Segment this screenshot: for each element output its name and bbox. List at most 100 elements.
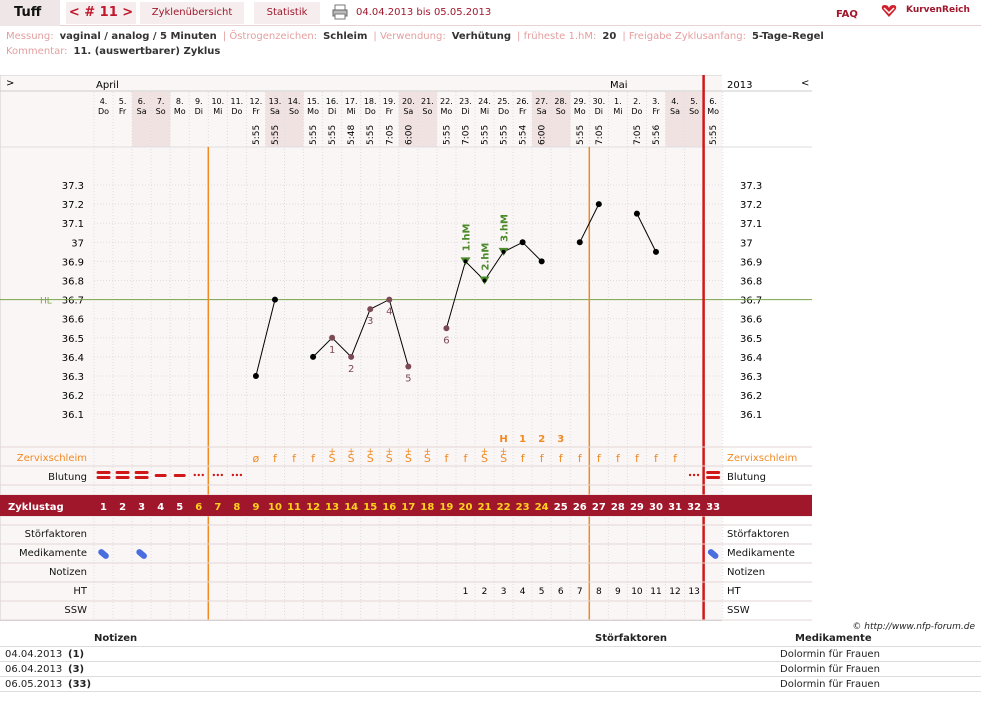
- y-tick-right: 36.2: [740, 391, 762, 402]
- day-date: 5.: [690, 97, 698, 106]
- faq-link[interactable]: FAQ: [836, 9, 858, 20]
- zyklustag-number: 7: [214, 502, 221, 513]
- footer-medi: Dolormin für Frauen: [780, 649, 880, 660]
- day-weekday: Mo: [574, 107, 586, 116]
- day-date: 24.: [478, 97, 491, 106]
- day-weekday: Fr: [252, 107, 260, 116]
- ht-number: 3: [501, 587, 507, 597]
- day-weekday: Do: [365, 107, 376, 116]
- day-weekday: Mo: [307, 107, 319, 116]
- measure-time: 5:48: [347, 125, 357, 145]
- day-weekday: So: [689, 107, 699, 116]
- bleeding-dot: [197, 473, 200, 477]
- day-date: 2.: [633, 97, 641, 106]
- zyklustag-number: 10: [268, 502, 282, 513]
- zyklustag-number: 19: [439, 502, 453, 513]
- peak-marker: 2: [538, 434, 545, 445]
- measure-time: 7:05: [461, 125, 471, 145]
- bleeding-dot: [231, 473, 235, 477]
- measure-time: 7:05: [385, 125, 395, 145]
- measure-time: 6:00: [404, 125, 414, 145]
- day-weekday: Mi: [347, 107, 356, 116]
- footer-date: 04.04.2013: [5, 649, 63, 660]
- day-weekday: Mo: [707, 107, 719, 116]
- tab-zyklenuebersicht[interactable]: Zyklenübersicht: [140, 2, 244, 24]
- day-date: 23.: [459, 97, 472, 106]
- day-weekday: Do: [631, 107, 642, 116]
- bleeding-mark: [96, 476, 111, 479]
- measure-time: 5:55: [481, 125, 491, 145]
- zyklustag-number: 14: [344, 502, 358, 513]
- zyklustag-number: 23: [516, 502, 530, 513]
- row-stoer-left: Störfaktoren: [25, 529, 87, 540]
- zyklustag-number: 11: [287, 502, 301, 513]
- zyklustag-number: 17: [401, 502, 415, 513]
- y-tick-left: 37.3: [62, 181, 84, 192]
- zervix-plus: +: [405, 447, 413, 457]
- y-tick-right: 36.5: [740, 334, 762, 345]
- temp-point: [386, 296, 393, 303]
- printer-icon[interactable]: [332, 4, 348, 20]
- zyklustag-number: 33: [706, 502, 720, 513]
- y-tick-right: 36.8: [740, 277, 762, 288]
- bleeding-dot: [201, 473, 204, 477]
- ht-number: 8: [596, 587, 602, 597]
- day-date: 1.: [614, 97, 622, 106]
- day-weekday: Fr: [652, 107, 660, 116]
- row-ht-left: HT: [73, 586, 88, 597]
- bleeding-mark: [706, 476, 721, 479]
- day-date: 26.: [516, 97, 529, 106]
- copyright[interactable]: © http://www.nfp-forum.de: [852, 622, 975, 632]
- y-tick-left: 36.3: [62, 372, 84, 383]
- y-tick-right: 36.4: [740, 353, 762, 364]
- cycle-nav[interactable]: < # 11 >: [66, 2, 136, 24]
- day-date: 20.: [402, 97, 415, 106]
- nav-right-arrow: <: [801, 78, 809, 89]
- zervix-plus: +: [328, 447, 336, 457]
- zyklustag-number: 28: [611, 502, 625, 513]
- tab-statistik[interactable]: Statistik: [254, 2, 320, 24]
- y-tick-right: 37: [740, 238, 753, 249]
- logo-text[interactable]: KurvenReich: [906, 5, 970, 15]
- hm-label: 1.hM: [461, 224, 472, 252]
- zyklustag-number: 4: [157, 502, 164, 513]
- temp-point: [252, 373, 259, 379]
- hm-label: 3.hM: [500, 214, 511, 242]
- kurvenreich-logo-icon[interactable]: [880, 3, 898, 19]
- temp-point: [271, 296, 278, 303]
- measure-time: 5:55: [500, 125, 510, 145]
- y-tick-right: 36.1: [740, 410, 762, 421]
- excluded-number: 1: [329, 345, 335, 356]
- row-ssw-left: SSW: [64, 605, 87, 616]
- day-weekday: Di: [595, 107, 603, 116]
- day-date: 6.: [709, 97, 717, 106]
- ht-number: 9: [615, 587, 621, 597]
- bleeding-dot: [216, 473, 220, 477]
- day-date: 4.: [100, 97, 108, 106]
- temp-point: [538, 258, 545, 265]
- day-date: 3.: [652, 97, 660, 106]
- day-weekday: So: [556, 107, 566, 116]
- zyklustag-number: 18: [420, 502, 434, 513]
- meta-line-1: Messung: vaginal / analog / 5 Minuten | Ös…: [6, 31, 824, 42]
- footer-row: 04.04.2013 (1) Dolormin für Frauen: [0, 647, 981, 662]
- peak-marker: 3: [557, 434, 564, 445]
- day-date: 11.: [231, 97, 244, 106]
- zyklustag-number: 30: [649, 502, 663, 513]
- y-tick-left: 36.1: [62, 410, 84, 421]
- zervix-plus: +: [481, 447, 489, 457]
- temp-point: [501, 249, 506, 254]
- y-tick-right: 37.1: [740, 219, 762, 230]
- temp-point: [633, 210, 640, 217]
- footer-col-medi: Medikamente: [795, 633, 872, 644]
- y-tick-left: 36.9: [62, 257, 84, 268]
- temp-point: [482, 278, 487, 283]
- zyklustag-number: 9: [252, 502, 259, 513]
- ht-number: 6: [558, 587, 564, 597]
- footer-table: Notizen Störfaktoren Medikamente 04.04.2…: [0, 633, 981, 692]
- bleeding-dot: [212, 473, 216, 477]
- bleeding-dot: [239, 473, 243, 477]
- nav-left-arrow: >: [6, 78, 14, 89]
- footer-medi: Dolormin für Frauen: [780, 664, 880, 675]
- day-date: 9.: [195, 97, 203, 106]
